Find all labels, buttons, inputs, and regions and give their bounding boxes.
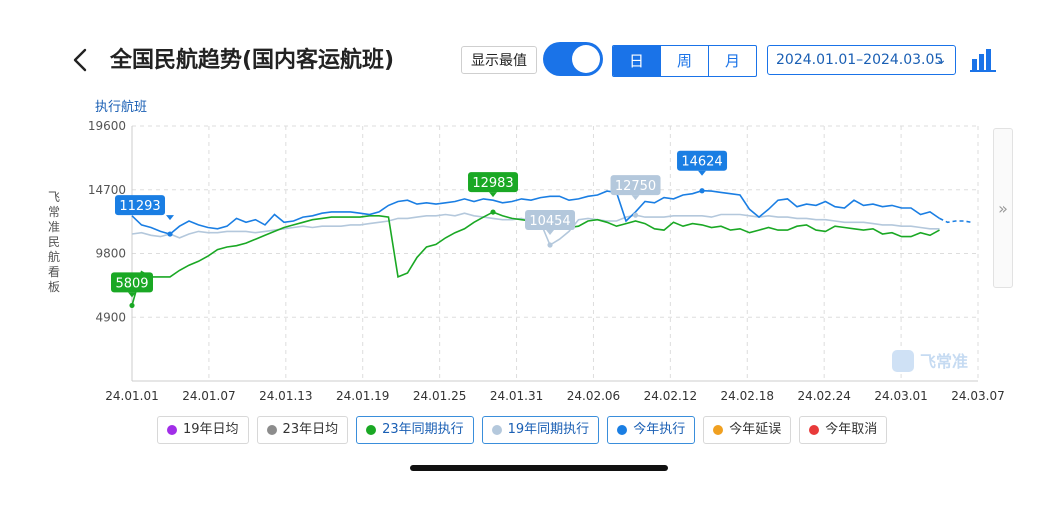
legend-item[interactable]: 23年同期执行 (356, 416, 474, 444)
watermark-logo (892, 350, 914, 372)
annotation-point (490, 209, 496, 215)
x-tick-label: 24.01.07 (182, 389, 235, 403)
annotation-pointer (698, 170, 707, 176)
annotation-point (129, 302, 135, 309)
legend-dot-icon (713, 425, 724, 435)
next-page-button[interactable]: » (993, 128, 1013, 288)
x-tick-label: 24.02.18 (721, 389, 774, 403)
x-tick-label: 24.01.31 (490, 389, 543, 403)
legend-dot-icon (167, 425, 177, 435)
legend-label: 19年同期执行 (507, 422, 590, 437)
x-tick-label: 24.01.19 (336, 389, 389, 403)
legend-label: 23年日均 (282, 422, 339, 437)
x-tick-label: 24.02.24 (797, 389, 850, 403)
x-tick-label: 24.01.01 (105, 389, 158, 403)
x-tick-label: 24.01.25 (413, 389, 466, 403)
x-tick-label: 24.02.06 (567, 389, 620, 403)
annotation-point (632, 212, 639, 218)
x-tick-label: 24.01.13 (259, 389, 312, 403)
legend-item[interactable]: 19年同期执行 (481, 416, 600, 444)
legend-label: 今年取消 (825, 422, 878, 437)
trend-chart: 4900 9800 14700 19600 24.01.01 24.01.07 24.01.… (88, 119, 1005, 403)
annotation-pointer (546, 229, 555, 235)
annotation-pointer (489, 192, 498, 198)
y-tick-label: 14700 (88, 183, 126, 197)
x-tick-label: 24.02.12 (644, 389, 697, 403)
legend-label: 23年同期执行 (382, 422, 464, 437)
legend-item[interactable]: 23年日均 (256, 416, 349, 444)
annotation-label: 12983 (472, 176, 513, 191)
legend-item[interactable]: 今年延误 (703, 416, 792, 444)
legend-item[interactable]: 今年执行 (607, 416, 696, 444)
legend-item[interactable]: 今年取消 (799, 416, 888, 444)
chart-legend: 19年日均 23年日均 23年同期执行 19年同期执行 今年执行 今年延误 今年取消 (157, 416, 888, 444)
annotation-label: 10454 (529, 214, 570, 229)
double-chevron-right-icon: » (998, 199, 1008, 218)
legend-label: 今年执行 (633, 422, 686, 437)
y-tick-label: 9800 (95, 247, 126, 261)
watermark-text: 飞常准 (920, 352, 968, 371)
legend-dot-icon (491, 425, 502, 435)
annotation-point (167, 231, 173, 237)
legend-dot-icon (809, 425, 820, 435)
annotation-label: 11293 (119, 199, 160, 214)
annotation-pointer (166, 215, 175, 221)
x-tick-label: 24.03.07 (951, 389, 1004, 403)
annotation-point (699, 188, 705, 194)
annotation-label: 14624 (681, 155, 722, 170)
home-indicator[interactable] (410, 465, 668, 471)
legend-item[interactable]: 19年日均 (157, 416, 249, 444)
legend-label: 19年日均 (183, 422, 239, 437)
legend-label: 今年延误 (729, 422, 782, 437)
y-tick-label: 4900 (95, 310, 126, 324)
series-forecast-line (939, 217, 972, 224)
legend-dot-icon (366, 425, 377, 435)
y-tick-label: 19600 (88, 119, 126, 133)
annotation-pointer (631, 195, 640, 201)
annotation-label: 12750 (615, 179, 656, 194)
annotation-point (547, 242, 553, 248)
x-tick-label: 24.03.01 (874, 389, 927, 403)
annotation-label: 5809 (115, 276, 148, 291)
legend-dot-icon (266, 425, 277, 435)
legend-dot-icon (617, 425, 628, 435)
